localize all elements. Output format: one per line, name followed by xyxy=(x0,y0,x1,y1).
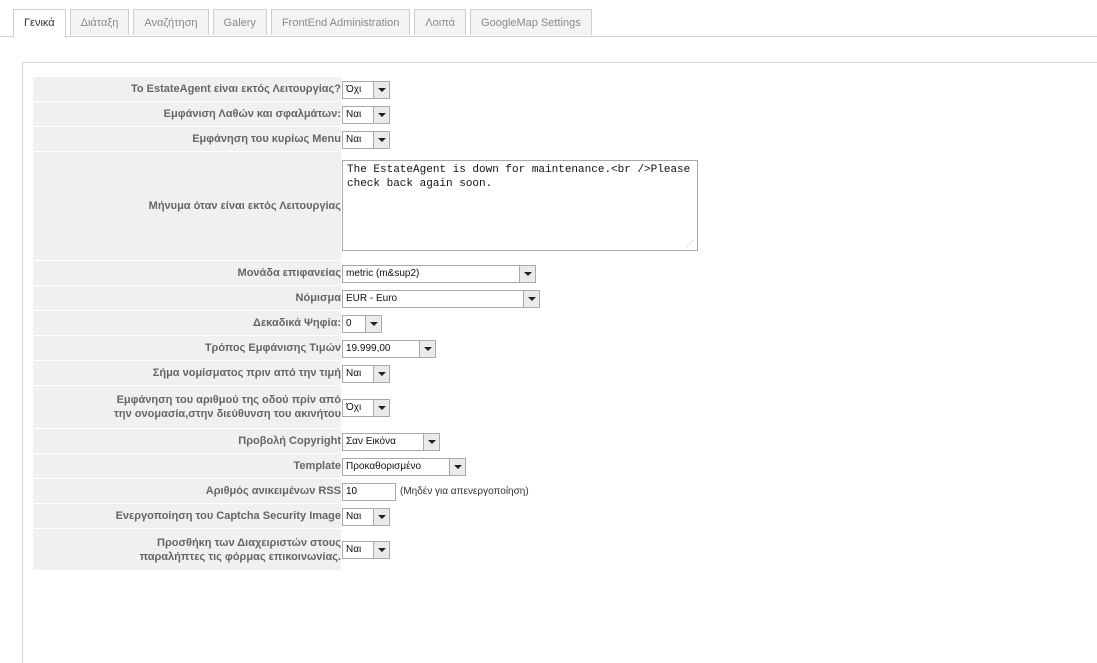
tab-misc[interactable]: Λοιπά xyxy=(414,9,467,35)
tab-googlemap[interactable]: GoogleMap Settings xyxy=(470,9,592,35)
admins-recipients-label: Προσθήκη των Διαχειριστών στους παραλήπτε… xyxy=(33,529,342,571)
price-format-value: 19.999,00 xyxy=(346,342,391,354)
chevron-down-icon[interactable] xyxy=(373,508,389,525)
tab-layout[interactable]: Διάταξη xyxy=(69,9,130,35)
tab-gallery[interactable]: Galery xyxy=(212,9,267,35)
tab-frontend-admin[interactable]: FrontEnd Administration xyxy=(270,9,411,35)
settings-form: To EstateAgent είναι εκτός Λειτουργίας? … xyxy=(33,77,698,571)
template-select[interactable]: Προκαθορισμένο xyxy=(342,457,466,476)
chevron-down-icon[interactable] xyxy=(423,433,439,450)
show-errors-label: Εμφάνιση Λαθών και σφαλμάτων: xyxy=(33,102,342,127)
template-value: Προκαθορισμένο xyxy=(346,460,422,472)
offline-label: To EstateAgent είναι εκτός Λειτουργίας? xyxy=(33,77,342,102)
tab-search[interactable]: Αναζήτηση xyxy=(133,9,209,35)
tab-divider xyxy=(0,36,1097,37)
chevron-down-icon[interactable] xyxy=(419,340,435,357)
currency-before-select[interactable]: Ναι xyxy=(342,364,390,383)
area-unit-select[interactable]: metric (m&sup2) xyxy=(342,264,536,283)
rss-items-input[interactable] xyxy=(342,482,396,501)
area-unit-value: metric (m&sup2) xyxy=(346,267,420,279)
captcha-value: Ναι xyxy=(346,510,362,522)
rss-items-note: (Μηδέν για απενεργοποίηση) xyxy=(400,486,529,497)
chevron-down-icon[interactable] xyxy=(519,265,535,282)
chevron-down-icon[interactable] xyxy=(373,81,389,98)
price-format-label: Τρόπος Εμφάνισης Τιμών xyxy=(33,336,342,361)
chevron-down-icon[interactable] xyxy=(365,315,381,332)
street-number-label: Εμφάνηση του αριθμού της οδού πρίν από τη… xyxy=(33,386,342,429)
copyright-value: Σαν Εικόνα xyxy=(346,435,396,447)
admins-recipients-label-line2: παραλήπτες τις φόρμας επικοινωνίας. xyxy=(139,550,341,563)
currency-before-value: Ναι xyxy=(346,367,362,379)
chevron-down-icon[interactable] xyxy=(373,106,389,123)
chevron-down-icon[interactable] xyxy=(449,458,465,475)
show-errors-value: Ναι xyxy=(346,108,362,120)
copyright-select[interactable]: Σαν Εικόνα xyxy=(342,432,440,451)
street-number-select[interactable]: Όχι xyxy=(342,398,390,417)
area-unit-label: Μονάδα επιφανείας xyxy=(33,261,342,286)
currency-before-label: Σήμα νομίσματος πριν από την τιμή xyxy=(33,361,342,386)
offline-message-label: Μήνυμα όταν είναι εκτός Λειτουργίας xyxy=(33,152,342,261)
captcha-select[interactable]: Ναι xyxy=(342,507,390,526)
template-label: Template xyxy=(33,454,342,479)
chevron-down-icon[interactable] xyxy=(373,365,389,382)
decimals-select[interactable]: 0 xyxy=(342,314,382,333)
tab-general[interactable]: Γενικά xyxy=(13,9,66,38)
offline-select[interactable]: Όχι xyxy=(342,80,390,99)
price-format-select[interactable]: 19.999,00 xyxy=(342,339,436,358)
decimals-label: Δεκαδικά Ψηφία: xyxy=(33,311,342,336)
street-number-label-line2: την ονομασία,στην διεύθυνση του ακινήτου xyxy=(114,408,341,420)
show-errors-select[interactable]: Ναι xyxy=(342,105,390,124)
resize-grip-icon[interactable]: ⋰ xyxy=(686,239,694,248)
tab-bar: Γενικά Διάταξη Αναζήτηση Galery FrontEnd… xyxy=(13,9,596,38)
admins-recipients-value: Ναι xyxy=(346,544,362,555)
admins-recipients-select[interactable]: Ναι xyxy=(342,541,390,559)
street-number-value: Όχι xyxy=(346,401,362,413)
rss-items-label: Αριθμός ανικειμένων RSS xyxy=(33,479,342,504)
currency-select[interactable]: EUR - Euro xyxy=(342,289,540,308)
currency-label: Νόμισμα xyxy=(33,286,342,311)
currency-value: EUR - Euro xyxy=(346,292,398,304)
chevron-down-icon[interactable] xyxy=(373,131,389,148)
copyright-label: Προβολή Copyright xyxy=(33,429,342,454)
captcha-label: Ενεργοποίηση του Captcha Security Image xyxy=(33,504,342,529)
street-number-label-line1: Εμφάνηση του αριθμού της οδού πρίν από xyxy=(116,394,341,406)
admins-recipients-label-line1: Προσθήκη των Διαχειριστών στους xyxy=(157,536,341,549)
decimals-value: 0 xyxy=(346,317,352,329)
show-menu-select[interactable]: Ναι xyxy=(342,130,390,149)
offline-value: Όχι xyxy=(346,83,362,95)
chevron-down-icon[interactable] xyxy=(373,542,389,558)
settings-panel: To EstateAgent είναι εκτός Λειτουργίας? … xyxy=(22,62,1097,663)
show-menu-value: Ναι xyxy=(346,133,362,145)
offline-message-textarea[interactable]: The EstateAgent is down for maintenance.… xyxy=(342,159,698,251)
show-menu-label: Εμφάνηση του κυρίως Menu xyxy=(33,127,342,152)
chevron-down-icon[interactable] xyxy=(523,290,539,307)
chevron-down-icon[interactable] xyxy=(373,399,389,416)
